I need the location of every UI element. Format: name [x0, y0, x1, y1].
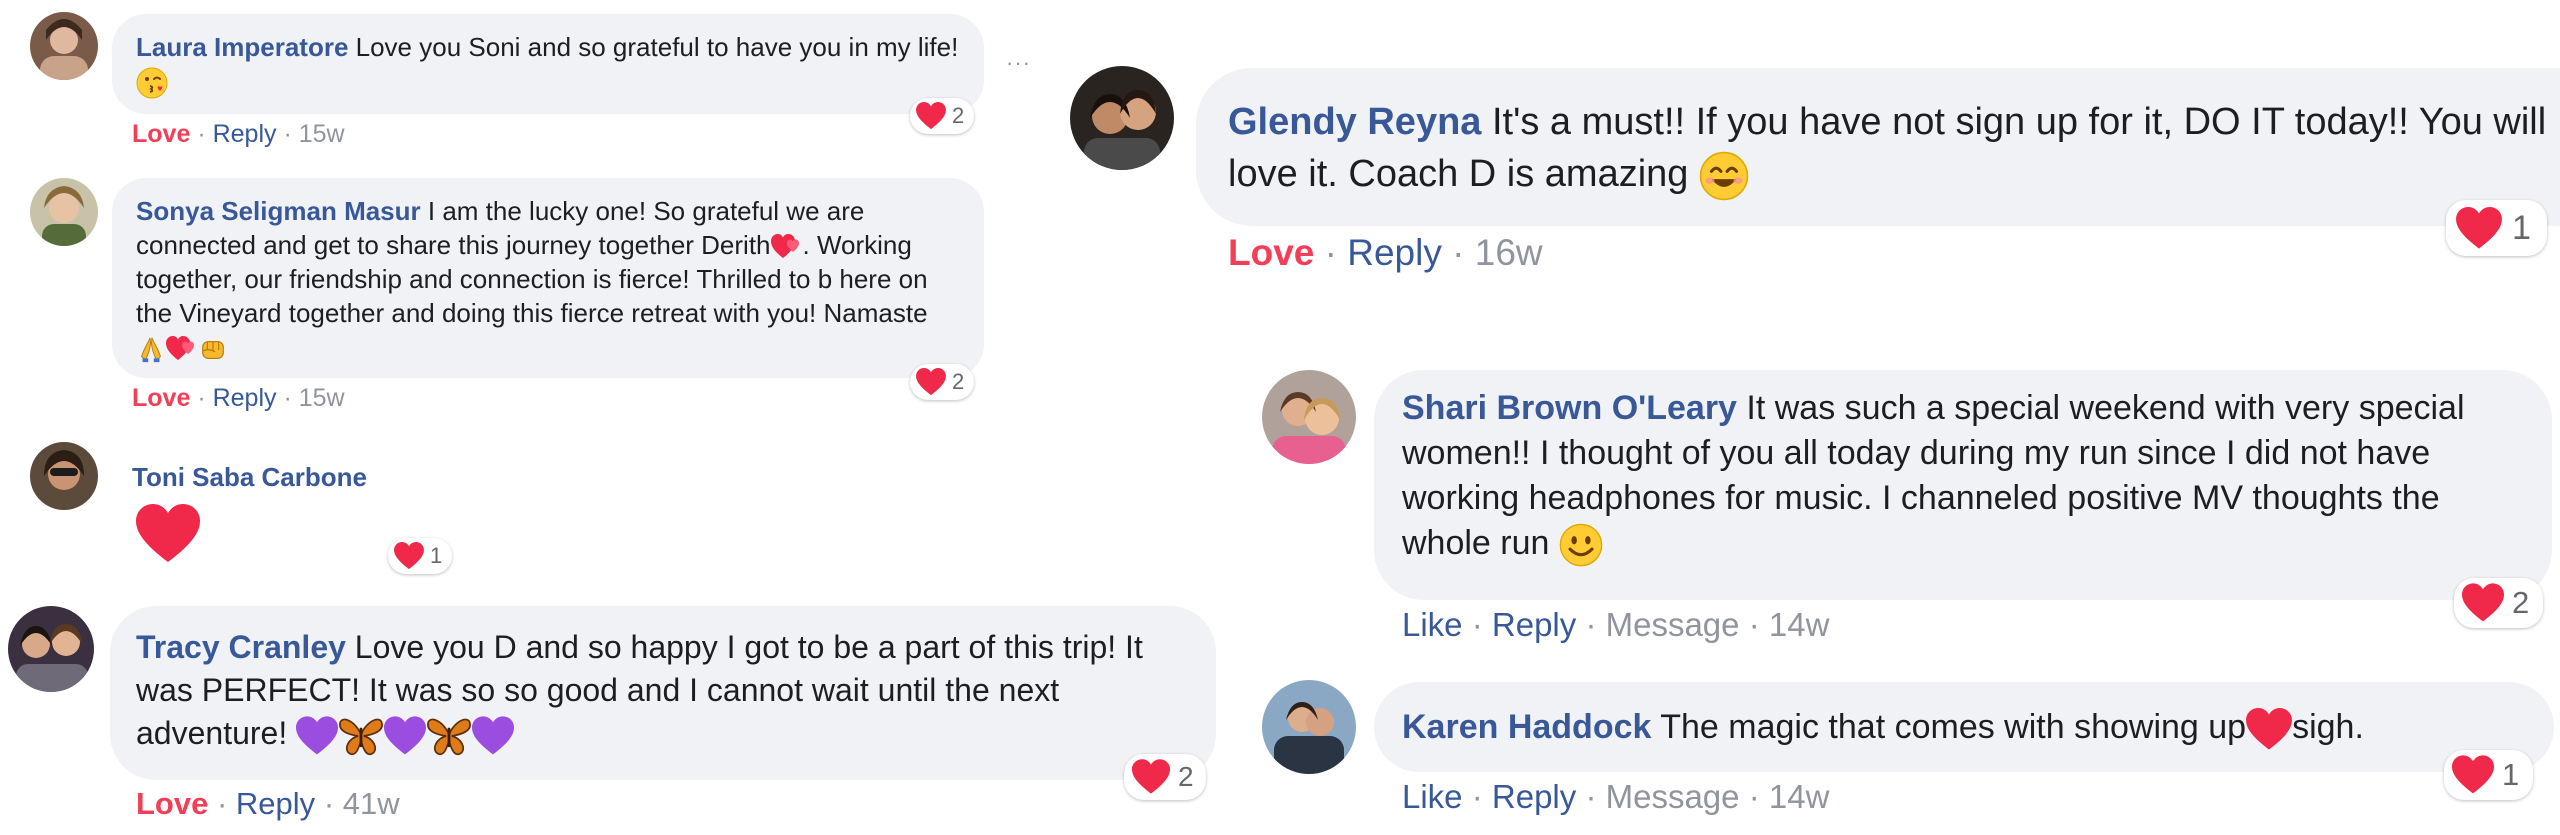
avatar[interactable] [8, 606, 94, 692]
comment-toni: Toni Saba Carbone 1 [0, 430, 1020, 590]
hearts-emoji-icon [166, 334, 198, 364]
reply-button[interactable]: Reply [1492, 606, 1576, 643]
comment-bubble: Laura Imperatore Love you Soni and so gr… [112, 14, 984, 114]
comment-bubble: Tracy Cranley Love you D and so happy I … [110, 606, 1216, 780]
like-button[interactable]: Like [1402, 778, 1463, 815]
love-button[interactable]: Love [132, 120, 190, 148]
reaction-count[interactable]: 2 [910, 364, 975, 400]
heart-icon [916, 368, 946, 396]
heart-icon [2452, 755, 2494, 795]
comment-bubble: Shari Brown O'Leary It was such a specia… [1374, 370, 2552, 600]
grin-emoji-icon [1699, 151, 1749, 201]
purple-heart-icon [384, 716, 426, 756]
love-button[interactable]: Love [136, 786, 208, 821]
comment-actions: Love · Reply · 15w [132, 120, 345, 148]
heart-icon [394, 542, 424, 570]
timestamp[interactable]: 16w [1475, 232, 1543, 273]
timestamp[interactable]: 41w [343, 786, 400, 821]
commenter-name[interactable]: Tracy Cranley [136, 629, 346, 665]
hearts-emoji-icon [771, 232, 803, 262]
reply-button[interactable]: Reply [213, 384, 277, 412]
butterfly-icon [338, 715, 384, 757]
reaction-count[interactable]: 2 [1124, 754, 1206, 800]
kiss-emoji-icon [136, 67, 168, 99]
avatar[interactable] [1262, 680, 1356, 774]
avatar[interactable] [1262, 370, 1356, 464]
commenter-name[interactable]: Sonya Seligman Masur [136, 196, 421, 226]
avatar[interactable] [1070, 66, 1174, 170]
fist-emoji-icon [198, 334, 228, 364]
reply-button[interactable]: Reply [1347, 232, 1442, 273]
reply-button[interactable]: Reply [213, 120, 277, 148]
comment-bubble: Karen Haddock The magic that comes with … [1374, 682, 2554, 772]
heart-icon [2246, 708, 2292, 751]
like-button[interactable]: Like [1402, 606, 1463, 643]
comment-sonya: Sonya Seligman Masur I am the lucky one!… [0, 170, 1020, 430]
reaction-count[interactable]: 2 [910, 98, 975, 134]
butterfly-icon [426, 715, 472, 757]
comment-text: The magic that comes with showing up [1660, 708, 2247, 746]
comment-glendy: Glendy Reyna It's a must!! If you have n… [1060, 50, 2560, 290]
heart-icon [916, 102, 946, 130]
timestamp[interactable]: 15w [299, 384, 345, 412]
heart-icon [136, 504, 200, 564]
reaction-count[interactable]: 1 [2446, 200, 2547, 256]
heart-icon [2456, 207, 2502, 250]
purple-heart-icon [296, 716, 338, 756]
commenter-name[interactable]: Glendy Reyna [1228, 101, 1481, 143]
comment-actions: Love · Reply · 15w [132, 384, 345, 412]
purple-heart-icon [472, 716, 514, 756]
avatar[interactable] [30, 442, 98, 510]
more-options-icon[interactable]: ··· [1006, 50, 1031, 76]
comment-tracy: Tracy Cranley Love you D and so happy I … [0, 600, 1260, 835]
comment-actions: Love · Reply · 16w [1228, 232, 1543, 273]
pray-emoji-icon [136, 334, 166, 364]
timestamp[interactable]: 14w [1769, 778, 1830, 815]
heart-icon [2462, 583, 2504, 623]
comment-text-continued: sigh. [2292, 708, 2364, 746]
reply-button[interactable]: Reply [1492, 778, 1576, 815]
comment-karen: Karen Haddock The magic that comes with … [1240, 670, 2560, 835]
comment-laura: Laura Imperatore Love you Soni and so gr… [0, 0, 1030, 160]
comment-shari: Shari Brown O'Leary It was such a specia… [1240, 360, 2560, 660]
avatar[interactable] [30, 178, 98, 246]
smile-emoji-icon [1559, 523, 1603, 567]
commenter-name[interactable]: Toni Saba Carbone [132, 462, 367, 493]
love-button[interactable]: Love [132, 384, 190, 412]
comment-actions: Love · Reply · 41w [136, 786, 400, 821]
love-button[interactable]: Love [1228, 232, 1314, 273]
commenter-name[interactable]: Karen Haddock [1402, 708, 1651, 746]
commenter-name[interactable]: Laura Imperatore [136, 32, 348, 62]
comment-actions: Like · Reply · Message · 14w [1402, 778, 1830, 815]
comment-bubble: Sonya Seligman Masur I am the lucky one!… [112, 178, 984, 378]
comment-actions: Like · Reply · Message · 14w [1402, 606, 1830, 643]
commenter-name[interactable]: Shari Brown O'Leary [1402, 389, 1737, 427]
reaction-count[interactable]: 1 [388, 538, 453, 574]
comment-bubble: Glendy Reyna It's a must!! If you have n… [1196, 68, 2560, 226]
reaction-count[interactable]: 2 [2454, 578, 2544, 628]
timestamp[interactable]: 15w [299, 120, 345, 148]
message-button[interactable]: Message [1606, 606, 1740, 643]
reaction-count[interactable]: 1 [2444, 750, 2534, 800]
reply-button[interactable]: Reply [236, 786, 315, 821]
timestamp[interactable]: 14w [1769, 606, 1830, 643]
comment-text: Love you Soni and so grateful to have yo… [355, 32, 959, 62]
avatar[interactable] [30, 12, 98, 80]
message-button[interactable]: Message [1606, 778, 1740, 815]
heart-icon [1132, 759, 1170, 795]
